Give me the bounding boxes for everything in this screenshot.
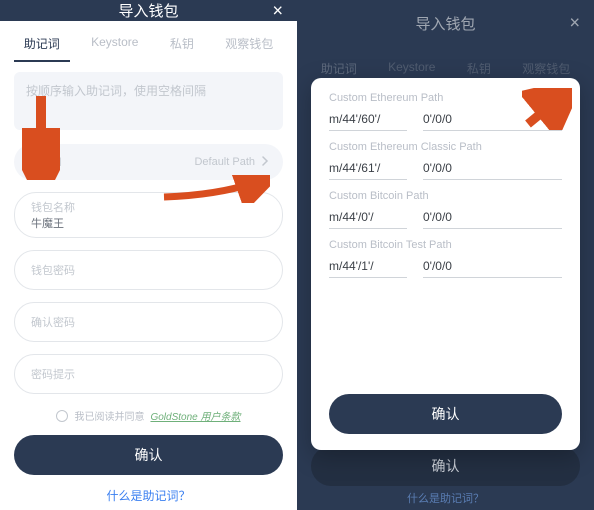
header: 导入钱包 × bbox=[297, 0, 594, 46]
wallet-name-field[interactable]: 钱包名称 牛魔王 bbox=[14, 192, 283, 238]
confirm-button[interactable]: 确认 bbox=[14, 435, 283, 475]
tab-mnemonic[interactable]: 助记词 bbox=[20, 35, 64, 62]
path-title: Custom Bitcoin Test Path bbox=[329, 239, 562, 251]
modal-confirm-label: 确认 bbox=[432, 404, 460, 424]
mnemonic-input[interactable]: 按顺序输入助记词，使用空格间隔 bbox=[14, 72, 283, 130]
path-group-btc: Custom Bitcoin Path m/44'/0'/ 0'/0/0 bbox=[329, 190, 562, 229]
tab-keystore[interactable]: Keystore bbox=[87, 35, 142, 62]
path-title: Custom Ethereum Classic Path bbox=[329, 141, 562, 153]
screen-left: 导入钱包 × 助记词 Keystore 私钥 观察钱包 按顺序输入助记词，使用空… bbox=[0, 0, 297, 510]
modal-confirm-button[interactable]: 确认 bbox=[329, 394, 562, 434]
path-suffix-input[interactable]: 0'/0/0 bbox=[423, 210, 562, 229]
wallet-password-label: 钱包密码 bbox=[31, 262, 266, 278]
path-selector[interactable]: PATH Default Path bbox=[14, 144, 283, 180]
wallet-name-value: 牛魔王 bbox=[31, 215, 266, 231]
path-title: Custom Bitcoin Path bbox=[329, 190, 562, 202]
tab-privatekey[interactable]: 私钥 bbox=[166, 35, 198, 62]
terms-row: 我已阅读并同意 GoldStone 用户条款 bbox=[14, 408, 283, 423]
wallet-password-field[interactable]: 钱包密码 bbox=[14, 250, 283, 290]
path-group-btc-test: Custom Bitcoin Test Path m/44'/1'/ 0'/0/… bbox=[329, 239, 562, 278]
chevron-right-icon bbox=[261, 156, 269, 169]
path-modal: Custom Ethereum Path m/44'/60'/ 0'/0/0 C… bbox=[311, 78, 580, 450]
screen-right: 导入钱包 × 助记词 Keystore 私钥 观察钱包 确认 什么是助记词？ C… bbox=[297, 0, 594, 510]
path-prefix-input[interactable]: m/44'/60'/ bbox=[329, 112, 407, 131]
header-title: 导入钱包 bbox=[415, 13, 475, 34]
tab-watch[interactable]: 观察钱包 bbox=[221, 35, 277, 62]
confirm-password-label: 确认密码 bbox=[31, 314, 266, 330]
behind-confirm-button: 确认 bbox=[311, 446, 580, 486]
path-suffix-input[interactable]: 0'/0/0 bbox=[423, 259, 562, 278]
close-icon[interactable]: × bbox=[569, 13, 580, 34]
mnemonic-placeholder: 按顺序输入助记词，使用空格间隔 bbox=[26, 84, 206, 98]
path-group-eth: Custom Ethereum Path m/44'/60'/ 0'/0/0 bbox=[329, 92, 562, 131]
path-label: PATH bbox=[28, 155, 62, 169]
behind-help-link: 什么是助记词？ bbox=[297, 490, 594, 506]
content: 按顺序输入助记词，使用空格间隔 PATH Default Path 钱包名称 牛… bbox=[0, 62, 297, 510]
tabs: 助记词 Keystore 私钥 观察钱包 bbox=[0, 21, 297, 62]
path-prefix-input[interactable]: m/44'/61'/ bbox=[329, 161, 407, 180]
path-title: Custom Ethereum Path bbox=[329, 92, 562, 104]
path-suffix-input[interactable]: 0'/0/0 bbox=[423, 112, 562, 131]
path-prefix-input[interactable]: m/44'/0'/ bbox=[329, 210, 407, 229]
wallet-name-label: 钱包名称 bbox=[31, 199, 266, 215]
confirm-label: 确认 bbox=[135, 445, 163, 465]
terms-text: 我已阅读并同意 bbox=[74, 408, 144, 423]
path-suffix-input[interactable]: 0'/0/0 bbox=[423, 161, 562, 180]
password-hint-field[interactable]: 密码提示 bbox=[14, 354, 283, 394]
confirm-password-field[interactable]: 确认密码 bbox=[14, 302, 283, 342]
path-value: Default Path bbox=[194, 156, 255, 168]
close-icon[interactable]: × bbox=[272, 0, 283, 21]
path-prefix-input[interactable]: m/44'/1'/ bbox=[329, 259, 407, 278]
terms-link[interactable]: GoldStone 用户条款 bbox=[150, 408, 240, 423]
header-title: 导入钱包 bbox=[118, 0, 178, 21]
path-group-etc: Custom Ethereum Classic Path m/44'/61'/ … bbox=[329, 141, 562, 180]
help-link[interactable]: 什么是助记词？ bbox=[14, 475, 283, 510]
terms-checkbox[interactable] bbox=[56, 410, 68, 422]
header: 导入钱包 × bbox=[0, 0, 297, 21]
password-hint-label: 密码提示 bbox=[31, 366, 266, 382]
